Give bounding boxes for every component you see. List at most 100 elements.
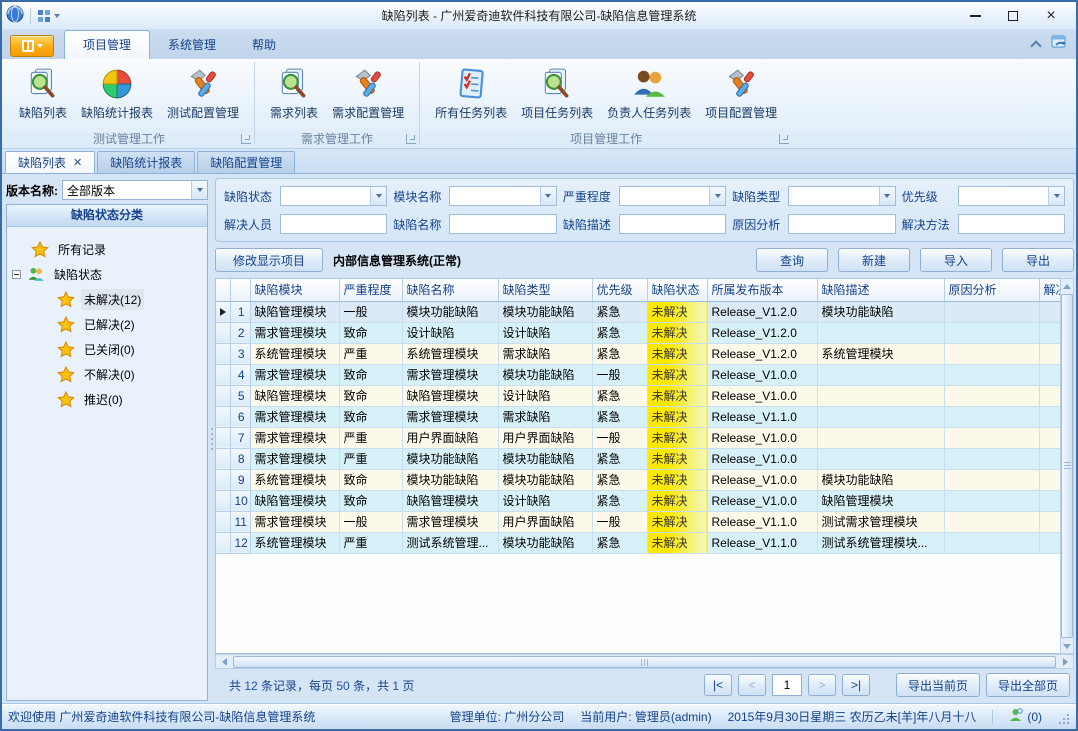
header-type[interactable]: 缺陷类型 [498, 279, 592, 301]
cell-status[interactable]: 未解决 [647, 448, 707, 469]
header-name[interactable]: 缺陷名称 [402, 279, 498, 301]
cell-version[interactable]: Release_V1.0.0 [707, 427, 817, 448]
cell-analysis[interactable] [944, 490, 1039, 511]
cell-type[interactable]: 设计缺陷 [498, 385, 592, 406]
cell-priority[interactable]: 一般 [592, 427, 647, 448]
filter-dropdown[interactable] [280, 186, 387, 206]
cell-status[interactable]: 未解决 [647, 301, 707, 322]
prev-page-button[interactable]: < [738, 674, 766, 696]
cell-module[interactable]: 需求管理模块 [250, 322, 339, 343]
cell-module[interactable]: 系统管理模块 [250, 469, 339, 490]
cell-module[interactable]: 缺陷管理模块 [250, 385, 339, 406]
page-number-input[interactable] [772, 674, 802, 696]
cell-severity[interactable]: 致命 [339, 385, 402, 406]
filter-input[interactable] [449, 214, 556, 234]
close-button[interactable]: × [1036, 6, 1066, 26]
import-button[interactable]: 导入 [920, 248, 992, 272]
first-page-button[interactable]: |< [704, 674, 732, 696]
cell-type[interactable]: 模块功能缺陷 [498, 532, 592, 553]
defect-report-button[interactable]: 缺陷统计报表 [74, 64, 160, 123]
scroll-down-icon[interactable] [1061, 639, 1073, 653]
tree-item-all-records[interactable]: 所有记录 [9, 237, 205, 262]
combo-dropdown-button[interactable] [879, 187, 895, 205]
header-analysis[interactable]: 原因分析 [944, 279, 1039, 301]
cell-version[interactable]: Release_V1.1.0 [707, 532, 817, 553]
grid-row[interactable]: 3系统管理模块严重系统管理模块需求缺陷紧急未解决Release_V1.2.0系统… [216, 343, 1060, 364]
export-button[interactable]: 导出 [1002, 248, 1074, 272]
cell-priority[interactable]: 紧急 [592, 532, 647, 553]
cell-priority[interactable]: 紧急 [592, 469, 647, 490]
grid-row[interactable]: 10缺陷管理模块致命缺陷管理模块设计缺陷紧急未解决Release_V1.0.0缺… [216, 490, 1060, 511]
cell-analysis[interactable] [944, 406, 1039, 427]
grid-row[interactable]: 9系统管理模块致命模块功能缺陷模块功能缺陷紧急未解决Release_V1.0.0… [216, 469, 1060, 490]
tree-item-postponed[interactable]: 推迟(0) [9, 387, 205, 412]
cell-version[interactable]: Release_V1.0.0 [707, 490, 817, 511]
window-switch-icon[interactable] [1050, 34, 1068, 53]
cell-severity[interactable]: 严重 [339, 448, 402, 469]
grid-row[interactable]: 6需求管理模块致命需求管理模块需求缺陷紧急未解决Release_V1.1.0 [216, 406, 1060, 427]
cell-description[interactable] [817, 406, 944, 427]
cell-description[interactable]: 系统管理模块 [817, 343, 944, 364]
header-severity[interactable]: 严重程度 [339, 279, 402, 301]
filter-dropdown[interactable] [958, 186, 1065, 206]
cell-priority[interactable]: 紧急 [592, 406, 647, 427]
version-combo[interactable]: 全部版本 [62, 180, 208, 200]
next-page-button[interactable]: > [808, 674, 836, 696]
all-tasks-button[interactable]: 所有任务列表 [428, 64, 514, 123]
cell-method[interactable] [1039, 364, 1060, 385]
query-button[interactable]: 查询 [756, 248, 828, 272]
cell-analysis[interactable] [944, 469, 1039, 490]
cell-module[interactable]: 需求管理模块 [250, 511, 339, 532]
cell-version[interactable]: Release_V1.1.0 [707, 511, 817, 532]
tree-item-defect-status[interactable]: 缺陷状态 [9, 262, 205, 287]
cell-type[interactable]: 需求缺陷 [498, 343, 592, 364]
requirement-list-button[interactable]: 需求列表 [263, 64, 325, 123]
cell-description[interactable] [817, 385, 944, 406]
cell-status[interactable]: 未解决 [647, 532, 707, 553]
last-page-button[interactable]: >| [842, 674, 870, 696]
cell-name[interactable]: 用户界面缺陷 [402, 427, 498, 448]
dialog-launcher-icon[interactable] [241, 134, 251, 144]
cell-analysis[interactable] [944, 364, 1039, 385]
filter-input[interactable] [619, 214, 726, 234]
filter-dropdown[interactable] [788, 186, 895, 206]
grid-row[interactable]: 5缺陷管理模块致命缺陷管理模块设计缺陷紧急未解决Release_V1.0.0 [216, 385, 1060, 406]
maximize-button[interactable] [998, 6, 1028, 26]
cell-name[interactable]: 缺陷管理模块 [402, 385, 498, 406]
cell-type[interactable]: 用户界面缺陷 [498, 427, 592, 448]
combo-dropdown-button[interactable] [191, 181, 207, 199]
header-priority[interactable]: 优先级 [592, 279, 647, 301]
cell-priority[interactable]: 紧急 [592, 322, 647, 343]
cell-description[interactable]: 测试系统管理模块... [817, 532, 944, 553]
combo-dropdown-button[interactable] [1048, 187, 1064, 205]
filter-input[interactable] [788, 214, 895, 234]
cell-module[interactable]: 需求管理模块 [250, 448, 339, 469]
cell-description[interactable] [817, 448, 944, 469]
cell-module[interactable]: 缺陷管理模块 [250, 490, 339, 511]
cell-status[interactable]: 未解决 [647, 406, 707, 427]
filter-input[interactable] [280, 214, 387, 234]
cell-method[interactable] [1039, 490, 1060, 511]
cell-severity[interactable]: 一般 [339, 301, 402, 322]
minimize-button[interactable] [960, 6, 990, 26]
cell-module[interactable]: 系统管理模块 [250, 532, 339, 553]
cell-priority[interactable]: 紧急 [592, 343, 647, 364]
cell-severity[interactable]: 一般 [339, 511, 402, 532]
defect-list-button[interactable]: 缺陷列表 [12, 64, 74, 123]
header-version[interactable]: 所属发布版本 [707, 279, 817, 301]
horizontal-scrollbar[interactable] [215, 654, 1074, 669]
cell-method[interactable] [1039, 448, 1060, 469]
cell-method[interactable] [1039, 469, 1060, 490]
cell-severity[interactable]: 致命 [339, 406, 402, 427]
cell-module[interactable]: 系统管理模块 [250, 343, 339, 364]
cell-priority[interactable]: 紧急 [592, 490, 647, 511]
grid-row[interactable]: 8需求管理模块严重模块功能缺陷模块功能缺陷紧急未解决Release_V1.0.0 [216, 448, 1060, 469]
test-config-button[interactable]: 测试配置管理 [160, 64, 246, 123]
cell-severity[interactable]: 严重 [339, 532, 402, 553]
cell-version[interactable]: Release_V1.1.0 [707, 406, 817, 427]
cell-method[interactable] [1039, 427, 1060, 448]
collapse-ribbon-icon[interactable] [1030, 40, 1041, 51]
cell-module[interactable]: 缺陷管理模块 [250, 301, 339, 322]
header-description[interactable]: 缺陷描述 [817, 279, 944, 301]
cell-priority[interactable]: 一般 [592, 511, 647, 532]
